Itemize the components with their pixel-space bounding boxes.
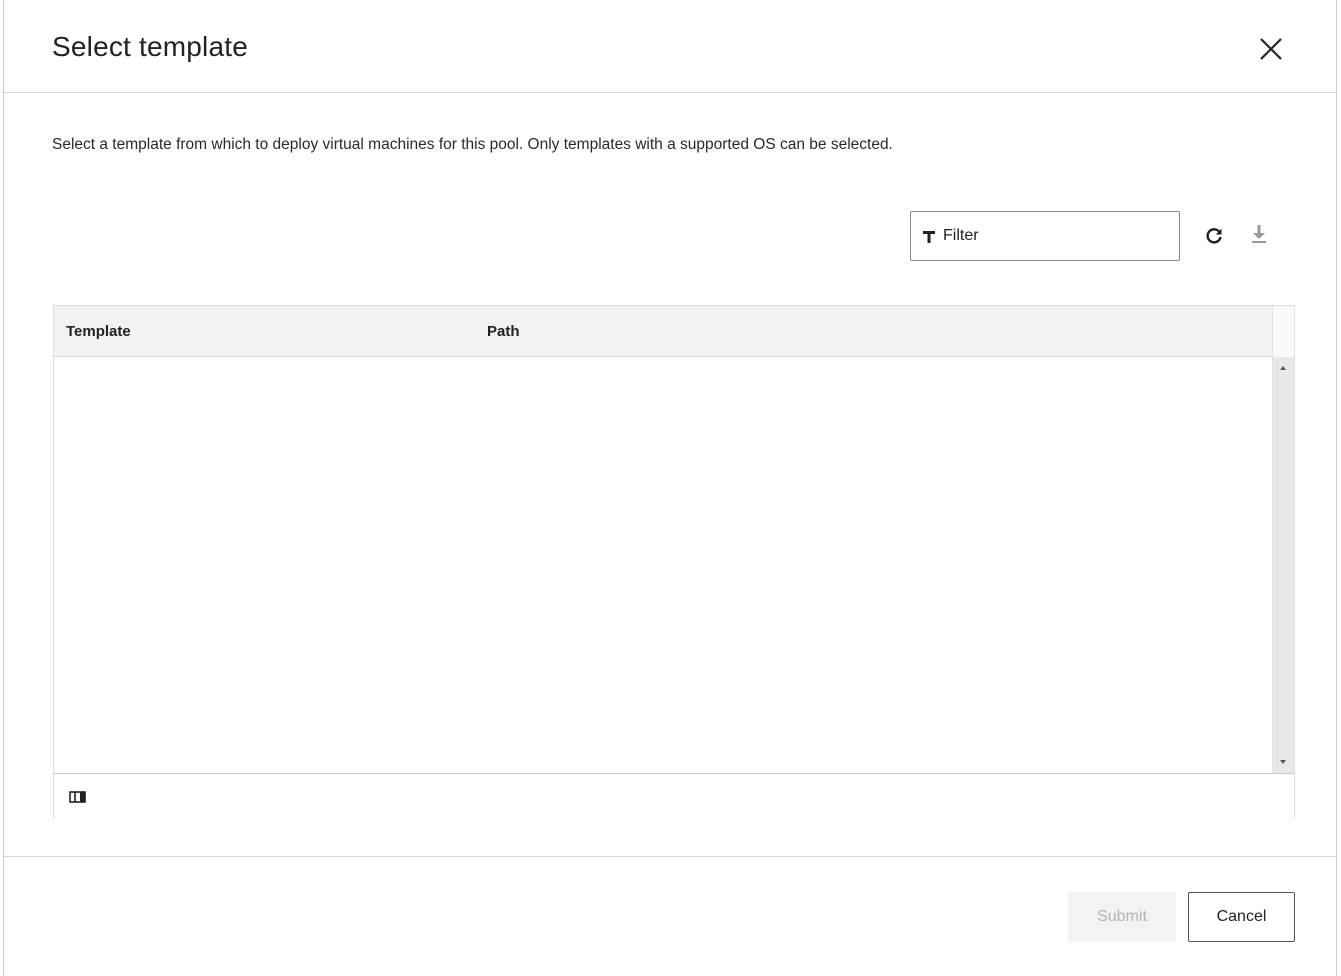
submit-button[interactable]: Submit [1068, 892, 1176, 942]
filter-input[interactable] [943, 227, 1143, 245]
dialog-title: Select template [52, 31, 248, 62]
scroll-up-arrow-icon[interactable] [1280, 366, 1286, 370]
grid-body [54, 357, 1272, 773]
scroll-down-arrow-icon[interactable] [1280, 760, 1286, 764]
cancel-button[interactable]: Cancel [1188, 892, 1295, 942]
filter-icon [923, 230, 935, 243]
column-header-template[interactable]: Template [66, 323, 131, 340]
filter-field[interactable] [910, 211, 1180, 261]
select-template-dialog: Select template Select a template from w… [3, 0, 1337, 976]
column-header-path[interactable]: Path [487, 323, 520, 340]
grid-footer [54, 773, 1294, 818]
template-grid: Template Path [53, 305, 1295, 818]
refresh-icon[interactable] [1204, 226, 1224, 246]
dialog-description: Select a template from which to deploy v… [52, 136, 893, 153]
grid-header-scroll-gap [1272, 306, 1294, 357]
close-icon[interactable] [1258, 36, 1284, 62]
column-toggle-icon[interactable] [69, 790, 86, 803]
grid-scrollbar[interactable] [1272, 357, 1294, 773]
footer-divider [4, 856, 1336, 857]
grid-header: Template Path [54, 306, 1272, 357]
download-icon[interactable] [1251, 224, 1267, 244]
dialog-header: Select template [4, 0, 1336, 93]
